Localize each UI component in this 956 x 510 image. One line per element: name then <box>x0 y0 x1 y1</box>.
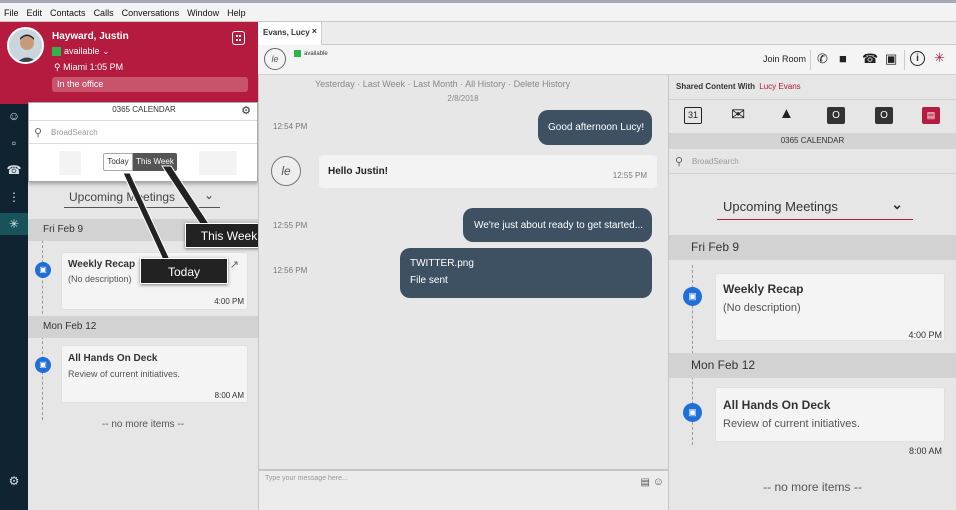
file-message[interactable]: TWITTER.png File sent <box>400 248 652 298</box>
join-room-button[interactable]: Join Room <box>763 54 806 64</box>
event-desc: (No description) <box>723 302 801 314</box>
tab-label: Evans, Lucy <box>263 28 310 37</box>
info-icon[interactable]: i <box>910 51 925 66</box>
shared-content-panel: Shared Content With Lucy Evans 31 ✉ ▲ O … <box>668 75 956 510</box>
message-composer: Type your message here... ▤ ☺ <box>259 469 668 510</box>
outgoing-message[interactable]: Good afternoon Lucy! <box>538 110 652 145</box>
message-time: 12:55 PM <box>612 171 647 180</box>
incoming-message[interactable]: Hello Justin! 12:55 PM <box>319 155 657 188</box>
outgoing-message[interactable]: We're just about ready to get started... <box>463 208 652 242</box>
meetings-select[interactable]: Upcoming Meetings ⌄ <box>717 193 913 220</box>
outlook-icon[interactable]: O <box>875 107 893 124</box>
no-more-items: -- no more items -- <box>763 480 862 494</box>
shared-label: Shared Content With <box>676 82 756 91</box>
file-name: TWITTER.png <box>410 258 474 269</box>
integration-toolbar: 31 ✉ ▲ O O ▤ <box>669 99 956 133</box>
day-header: Mon Feb 12 <box>669 353 956 378</box>
history-links: Yesterday · Last Week · Last Month · All… <box>315 79 571 89</box>
chat-header: le available Join Room ✆ ■ ☎ ▣ i ✳ <box>258 45 956 75</box>
contact-status-label: available <box>304 50 328 57</box>
close-icon[interactable]: × <box>312 26 317 36</box>
chevron-down-icon: ⌄ <box>891 196 903 212</box>
outlook-icon[interactable]: O <box>827 107 845 124</box>
search-icon: ⚲ <box>675 156 684 168</box>
event-time: 8:00 AM <box>908 446 942 456</box>
message-input[interactable]: Type your message here... <box>265 475 348 482</box>
history-delete[interactable]: Delete History <box>514 79 571 89</box>
calendar-event-icon: ▣ <box>683 287 702 306</box>
event-title: All Hands On Deck <box>723 398 831 412</box>
date-divider: 2/8/2018 <box>447 94 479 103</box>
message-time: 12:55 PM <box>273 221 308 230</box>
history-yesterday[interactable]: Yesterday <box>315 79 355 89</box>
contact-avatar[interactable]: le <box>264 48 286 70</box>
mail-icon[interactable]: ✉ <box>731 105 745 125</box>
event-title: Weekly Recap <box>723 282 804 296</box>
calendar-title: 0365 CALENDAR <box>669 133 956 149</box>
contact-avatar: le <box>271 156 301 186</box>
calendar-event-icon: ▣ <box>683 403 702 422</box>
meetings-select-value: Upcoming Meetings <box>723 199 838 214</box>
contact-status: available <box>294 50 328 57</box>
file-status: File sent <box>410 275 448 286</box>
incoming-message-text: Hello Justin! <box>328 166 389 177</box>
history-all[interactable]: All History <box>465 79 506 89</box>
screen-share-icon[interactable]: ▣ <box>885 51 897 67</box>
divider <box>810 50 811 70</box>
shared-name: Lucy Evans <box>759 82 801 91</box>
message-time: 12:54 PM <box>273 122 308 131</box>
message-time: 12:56 PM <box>273 266 308 275</box>
apps-icon[interactable]: ✳ <box>934 50 945 66</box>
event-desc: Review of current initiatives. <box>723 418 860 430</box>
search-placeholder: BroadSearch <box>692 157 739 166</box>
video-icon[interactable]: ■ <box>839 51 847 66</box>
day-header: Fri Feb 9 <box>669 235 956 260</box>
history-last-month[interactable]: Last Month <box>413 79 458 89</box>
event-time: 4:00 PM <box>908 330 942 340</box>
today-callout: Today <box>140 258 228 284</box>
emoji-icon[interactable]: ☺ <box>653 476 664 488</box>
shared-content-header: Shared Content With Lucy Evans <box>676 82 801 91</box>
chat-area: Yesterday · Last Week · Last Month · All… <box>258 75 668 510</box>
history-last-week[interactable]: Last Week <box>363 79 405 89</box>
o365-calendar-icon[interactable]: ▤ <box>922 107 940 124</box>
phone-icon[interactable]: ✆ <box>817 51 828 67</box>
google-drive-icon[interactable]: ▲ <box>779 105 794 122</box>
desk-phone-icon[interactable]: ☎ <box>862 51 878 67</box>
calendar-search[interactable]: ⚲ BroadSearch <box>669 150 956 174</box>
event-card[interactable]: All Hands On Deck Review of current init… <box>715 387 945 442</box>
presence-indicator-icon <box>294 50 301 57</box>
calendar-31-icon[interactable]: 31 <box>684 107 702 124</box>
conversation-tabs: Evans, Lucy × <box>258 22 956 45</box>
tab-evans-lucy[interactable]: Evans, Lucy × <box>258 22 322 45</box>
attach-file-icon[interactable]: ▤ <box>641 477 650 488</box>
divider <box>904 50 905 70</box>
